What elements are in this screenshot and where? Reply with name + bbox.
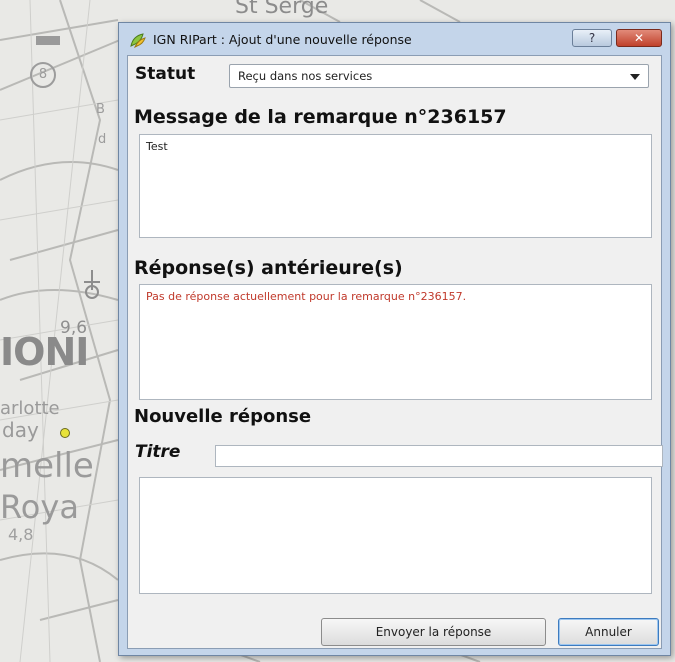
qgis-leaf-icon xyxy=(130,33,146,48)
title-label: Titre xyxy=(135,442,181,462)
map-label-place-1: arlotte xyxy=(0,398,60,419)
close-button[interactable]: ✕ xyxy=(616,29,662,47)
map-label-distance-2: 4,8 xyxy=(8,525,34,544)
send-response-button[interactable]: Envoyer la réponse xyxy=(321,618,546,646)
map-route-number: 8 xyxy=(30,62,56,88)
chevron-down-icon xyxy=(630,74,640,80)
previous-responses-heading: Réponse(s) antérieure(s) xyxy=(134,257,403,279)
map-label-place-4: Roya xyxy=(0,488,79,526)
message-heading: Message de la remarque n°236157 xyxy=(134,106,507,128)
dialog-body: Statut Reçu dans nos services Message de… xyxy=(127,55,663,649)
map-point-marker[interactable] xyxy=(60,428,70,438)
statut-selected-value: Reçu dans nos services xyxy=(238,69,373,83)
map-label-district: IONI xyxy=(0,330,89,374)
statut-label: Statut xyxy=(135,64,196,84)
map-label-d: d xyxy=(98,132,107,147)
response-body-textarea[interactable] xyxy=(139,477,652,594)
previous-responses-textarea[interactable]: Pas de réponse actuellement pour la rema… xyxy=(139,284,652,400)
map-label-b: B xyxy=(96,102,105,117)
message-textarea[interactable]: Test xyxy=(139,134,652,238)
map-marker xyxy=(36,36,60,45)
map-label-place-3: melle xyxy=(0,446,94,486)
map-label-top: St Serge xyxy=(235,0,329,19)
message-text: Test xyxy=(146,140,168,153)
dialog-titlebar[interactable]: IGN RIPart : Ajout d'une nouvelle répons… xyxy=(119,23,670,55)
statut-dropdown[interactable]: Reçu dans nos services xyxy=(229,64,649,88)
dialog-title: IGN RIPart : Ajout d'une nouvelle répons… xyxy=(153,32,412,47)
close-icon: ✕ xyxy=(633,31,645,45)
new-response-heading: Nouvelle réponse xyxy=(134,406,312,427)
map-label-place-2: day xyxy=(2,418,39,442)
add-response-dialog: IGN RIPart : Ajout d'une nouvelle répons… xyxy=(118,22,671,656)
previous-responses-text: Pas de réponse actuellement pour la rema… xyxy=(146,290,467,303)
cancel-button[interactable]: Annuler xyxy=(558,618,659,646)
help-button[interactable]: ? xyxy=(572,29,612,47)
help-icon: ? xyxy=(588,31,596,45)
title-input[interactable] xyxy=(215,445,663,467)
